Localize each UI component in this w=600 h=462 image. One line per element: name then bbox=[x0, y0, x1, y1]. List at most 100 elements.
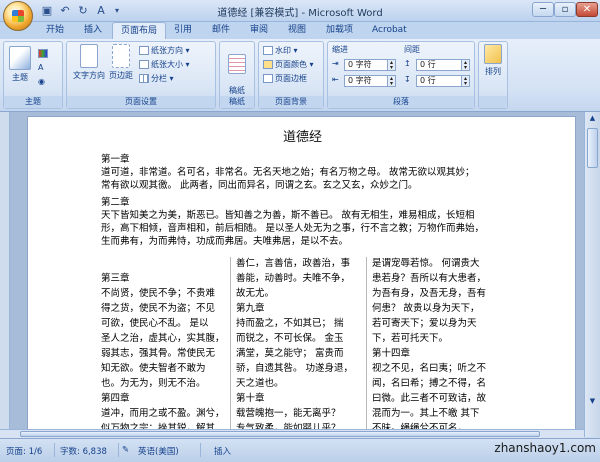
page-border-label: 页面边框 bbox=[275, 74, 307, 83]
tab-view[interactable]: 视图 bbox=[280, 22, 314, 39]
column-separator bbox=[230, 257, 231, 445]
indent-left-value: 0 字符 bbox=[348, 60, 372, 69]
language[interactable]: 英语(美国) bbox=[138, 445, 179, 457]
spacing-before-field[interactable]: 0 行 ▴ ▾ bbox=[416, 59, 470, 71]
tab-insert[interactable]: 插入 bbox=[76, 22, 110, 39]
theme-group-label: 主题 bbox=[4, 96, 62, 108]
tab-references[interactable]: 引用 bbox=[166, 22, 200, 39]
tab-review[interactable]: 审阅 bbox=[242, 22, 276, 39]
horizontal-scrollbar[interactable] bbox=[0, 429, 584, 438]
page-setup-group-label: 页面设置 bbox=[67, 96, 215, 108]
insert-mode[interactable]: 插入 bbox=[214, 445, 231, 457]
column-line: 视之不见，名曰夷；听之不 bbox=[372, 363, 487, 374]
column-line: 闻，名曰希；搏之不得，名 bbox=[372, 378, 487, 389]
size-button[interactable]: 纸张大小 ▾ bbox=[139, 59, 190, 71]
orientation-label: 纸张方向 bbox=[151, 46, 183, 55]
watermark-label: 水印 bbox=[275, 46, 291, 55]
document-page[interactable]: 道德经 第一章 道可道，非常道。名可名，非常名。无名天地之始；有名万物之母。 故… bbox=[27, 116, 576, 446]
column-2: 善仁，言善信，政善治，事 善能，动善时。夫唯不争， 故无尤。 第九章 持而盈之，… bbox=[236, 257, 361, 445]
maximize-button[interactable]: ▫ bbox=[554, 2, 576, 17]
columns-button[interactable]: 分栏 ▾ bbox=[139, 73, 174, 85]
page-background-group: 水印 ▾ 页面颜色 ▾ 页面边框 页面背景 bbox=[258, 41, 324, 109]
paragraph-line: 第二章 bbox=[101, 197, 130, 208]
indent-left-spin[interactable]: ▴ ▾ bbox=[387, 60, 395, 71]
proofing-icon[interactable]: ✎ bbox=[122, 445, 129, 455]
column-1: 第三章 不尚贤，使民不争；不贵难 得之货，使民不为盗；不见 可欲，使民心不乱。 … bbox=[101, 257, 226, 445]
column-line: 第三章 bbox=[101, 273, 130, 284]
column-line: 可欲，使民心不乱。 是以 bbox=[101, 318, 209, 329]
office-button[interactable] bbox=[3, 1, 33, 31]
indent-right-value: 0 字符 bbox=[348, 76, 372, 85]
scroll-thumb[interactable] bbox=[587, 128, 598, 168]
page-setup-group: 文字方向 页边距 纸张方向 ▾ 纸张大小 ▾ 分栏 ▾ 页面设置 bbox=[66, 41, 216, 109]
watermark-button[interactable]: 水印 ▾ bbox=[263, 45, 298, 57]
orientation-button[interactable]: 纸张方向 ▾ bbox=[139, 45, 190, 57]
size-icon bbox=[139, 60, 149, 69]
column-line: 知无欲。使夫智者不敢为 bbox=[101, 363, 206, 374]
spacing-after-spin[interactable]: ▴ ▾ bbox=[461, 76, 469, 87]
status-divider bbox=[200, 443, 201, 457]
minimize-button[interactable]: ─ bbox=[532, 2, 554, 17]
column-line: 得之货，使民不为盗；不见 bbox=[101, 303, 216, 314]
page-color-icon bbox=[263, 60, 273, 69]
tab-addins[interactable]: 加载项 bbox=[318, 22, 361, 39]
orientation-icon bbox=[139, 46, 149, 55]
draft-group-label: 稿纸 bbox=[220, 96, 254, 108]
indent-right-field[interactable]: 0 字符 ▴ ▾ bbox=[344, 75, 396, 87]
column-line: 下，若可托天下。 bbox=[372, 333, 449, 344]
close-button[interactable]: ✕ bbox=[576, 2, 598, 17]
site-watermark: zhanshaoy1.com bbox=[494, 441, 596, 455]
vertical-scrollbar[interactable]: ▲ ▼ bbox=[584, 112, 600, 437]
column-line: 弱其志，强其骨。常使民无 bbox=[101, 348, 216, 359]
spacing-title: 间距 bbox=[404, 45, 420, 54]
theme-button[interactable]: 主题 bbox=[7, 46, 33, 83]
paragraph-line: 天下皆知美之为美，斯恶已。皆知善之为善，斯不善已。 故有无相生，难易相成，长短相 bbox=[101, 210, 475, 221]
theme-fonts-icon[interactable]: A bbox=[38, 62, 43, 74]
indent-right-icon: ⇤ bbox=[332, 75, 339, 84]
column-line: 道冲，而用之或不盈。渊兮， bbox=[101, 408, 225, 419]
column-separator bbox=[366, 257, 367, 445]
columns-label: 分栏 bbox=[151, 74, 167, 83]
tab-home[interactable]: 开始 bbox=[38, 22, 72, 39]
arrange-group-label bbox=[479, 96, 507, 108]
tab-mailings[interactable]: 邮件 bbox=[204, 22, 238, 39]
indent-left-icon: ⇥ bbox=[332, 59, 339, 68]
column-line: 混而为一。其上不皦 其下 bbox=[372, 408, 480, 419]
text-direction-label: 文字方向 bbox=[73, 71, 105, 80]
scroll-up-icon[interactable]: ▲ bbox=[587, 114, 598, 124]
paragraph-group: 缩进 间距 ⇥ 0 字符 ▴ ▾ ⇤ 0 字符 ▴ ▾ ↥ 0 行 ▴ ▾ ↧ 0 行 ▴ ▾ … bbox=[327, 41, 475, 109]
theme-effects-icon[interactable]: ◉ bbox=[38, 76, 45, 88]
theme-colors-icon[interactable] bbox=[38, 48, 50, 60]
column-3: 是谓宠辱若惊。 何谓贵大 患若身？吾所以有大患者， 为吾有身，及吾无身，吾有 何… bbox=[372, 257, 497, 445]
indent-right-spin[interactable]: ▴ ▾ bbox=[387, 76, 395, 87]
spacing-after-value: 0 行 bbox=[420, 76, 436, 85]
status-divider bbox=[118, 443, 119, 457]
spacing-before-spin[interactable]: ▴ ▾ bbox=[461, 60, 469, 71]
page-border-button[interactable]: 页面边框 bbox=[263, 73, 307, 85]
paragraph-line: 生而弗有，为而弗恃，功成而弗居。夫唯弗居，是以不去。 bbox=[101, 236, 349, 247]
column-line: 天之道也。 bbox=[236, 378, 284, 389]
indent-left-field[interactable]: 0 字符 ▴ ▾ bbox=[344, 59, 396, 71]
columns-icon bbox=[139, 74, 149, 83]
spacing-after-icon: ↧ bbox=[404, 75, 411, 84]
column-line: 第十章 bbox=[236, 393, 265, 404]
text-direction-button[interactable]: 文字方向 bbox=[70, 44, 108, 81]
page-count[interactable]: 页面: 1/6 bbox=[6, 445, 42, 457]
column-line: 骄，自遗其咎。 功遂身退， bbox=[236, 363, 354, 374]
tab-page-layout[interactable]: 页面布局 bbox=[112, 22, 167, 39]
paragraph-line: 道可道，非常道。名可名，非常名。无名天地之始；有名万物之母。 故常无欲以观其妙； bbox=[101, 167, 475, 178]
page-color-button[interactable]: 页面颜色 ▾ bbox=[263, 59, 314, 71]
spacing-after-field[interactable]: 0 行 ▴ ▾ bbox=[416, 75, 470, 87]
scroll-down-icon[interactable]: ▼ bbox=[587, 397, 598, 407]
theme-button-label: 主题 bbox=[12, 73, 28, 82]
column-line: 第四章 bbox=[101, 393, 130, 404]
arrange-button[interactable]: 排列 bbox=[481, 44, 505, 77]
horizontal-scroll-thumb[interactable] bbox=[20, 431, 540, 437]
tab-acrobat[interactable]: Acrobat bbox=[364, 22, 415, 39]
watermark-icon bbox=[263, 46, 273, 55]
word-count[interactable]: 字数: 6,838 bbox=[60, 445, 107, 457]
paragraph-line: 常有欲以观其徼。 此两者，同出而异名，同谓之玄。玄之又玄，众妙之门。 bbox=[101, 180, 418, 191]
status-divider bbox=[54, 443, 55, 457]
margins-button[interactable]: 页边距 bbox=[107, 44, 135, 81]
size-label: 纸张大小 bbox=[151, 60, 183, 69]
